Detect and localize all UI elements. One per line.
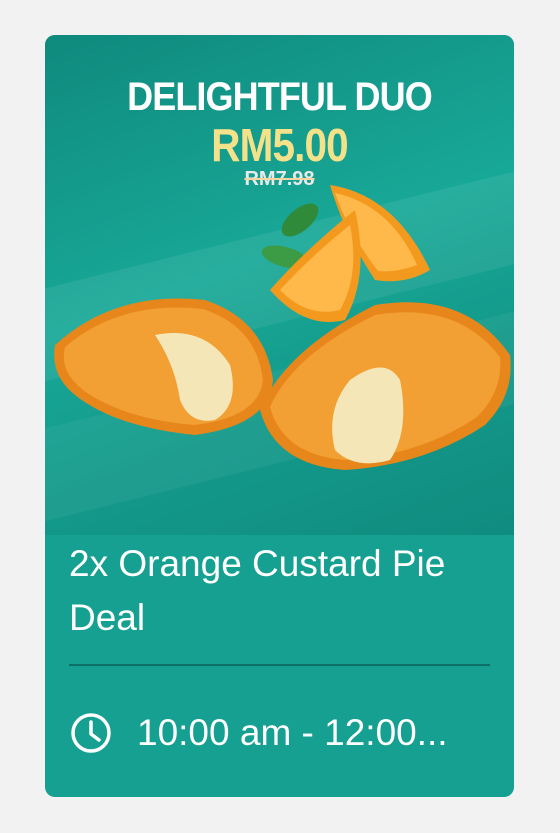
promo-headline: DELIGHTFUL DUO (127, 75, 433, 119)
time-text: 10:00 am - 12:00... (137, 712, 448, 753)
time-range: 10:00 am - 12:00... (69, 703, 499, 763)
deal-title: 2x Orange Custard Pie Deal (69, 543, 446, 638)
clock-icon (71, 713, 111, 753)
promo-banner: DELIGHTFUL DUO RM5.00 RM7.98 (45, 35, 514, 535)
promo-price: RM5.00 (211, 119, 348, 171)
deal-card[interactable]: DELIGHTFUL DUO RM5.00 RM7.98 2x Orange C… (45, 35, 514, 797)
divider (69, 664, 490, 666)
original-price: RM7.98 (244, 168, 315, 190)
